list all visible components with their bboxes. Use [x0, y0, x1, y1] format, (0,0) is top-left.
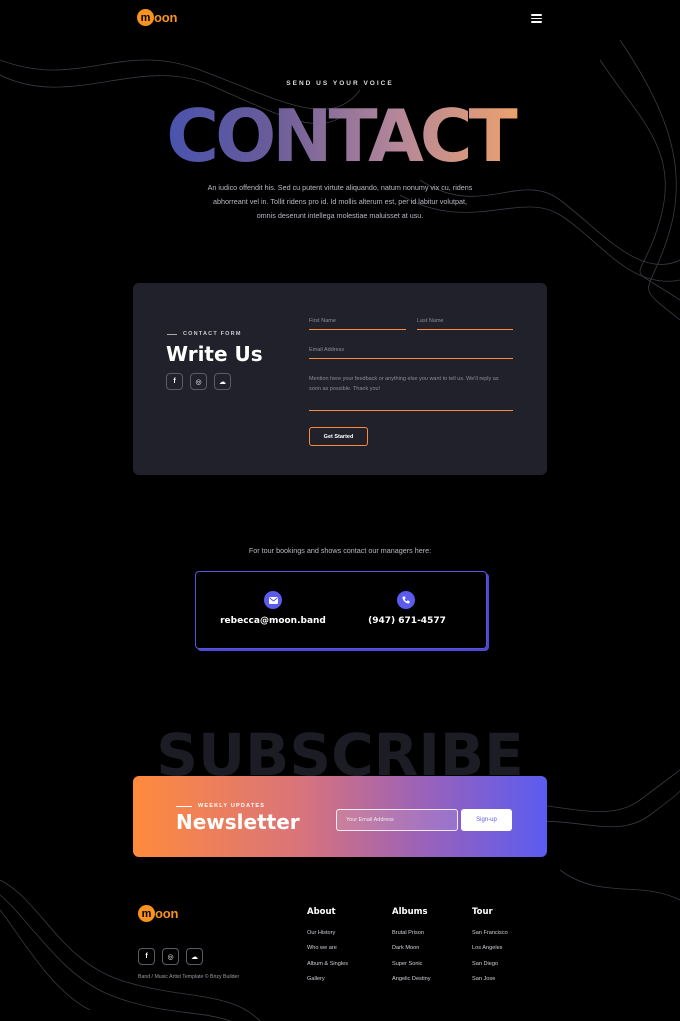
footer-link[interactable]: Our History — [307, 930, 335, 936]
footer-link[interactable]: San Jose — [472, 976, 495, 982]
email-input[interactable]: Email Address — [309, 347, 513, 359]
footer-link[interactable]: San Francisco — [472, 930, 508, 936]
instagram-icon[interactable]: ◎ — [162, 948, 179, 965]
footer-heading-albums: Albums — [392, 907, 428, 917]
booking-phone-link[interactable]: (947) 671-4577 — [347, 616, 467, 626]
facebook-icon[interactable]: f — [166, 373, 183, 390]
phone-icon — [397, 591, 415, 609]
page-title: CONTACT — [0, 100, 680, 172]
logo-text: oon — [154, 10, 178, 25]
footer-link[interactable]: Dark Moon — [392, 945, 419, 951]
logo-text: oon — [155, 906, 179, 921]
hamburger-icon[interactable] — [531, 14, 542, 23]
footer-link[interactable]: San Diego — [472, 961, 498, 967]
message-textarea[interactable]: Mention here your feedback or anything e… — [309, 374, 513, 411]
footer-heading-about: About — [307, 907, 336, 917]
booking-email-link[interactable]: rebecca@moon.band — [213, 616, 333, 626]
newsletter-title: Newsletter — [176, 810, 300, 834]
footer-link[interactable]: Who we are — [307, 945, 337, 951]
footer-link[interactable]: Los Angeles — [472, 945, 502, 951]
email-icon — [264, 591, 282, 609]
soundcloud-icon[interactable]: ☁ — [214, 373, 231, 390]
hero-description-line: An iudico offendit his. Sed cu putent vi… — [207, 183, 473, 192]
contact-social-links: f ◎ ☁ — [166, 373, 231, 390]
hero-description-line: abhorreant vel in. Tollit ridens pro id.… — [213, 197, 467, 206]
signup-button[interactable]: Sign-up — [461, 809, 512, 831]
newsletter-email-input[interactable]: Your Email Address — [336, 809, 458, 831]
instagram-icon[interactable]: ◎ — [190, 373, 207, 390]
hero-description-line: omnis deserunt intellega molestiae malui… — [256, 211, 424, 220]
newsletter-eyebrow: WEEKLY UPDATES — [176, 803, 265, 809]
contact-form-heading: Write Us — [166, 342, 263, 366]
footer-link[interactable]: Super Sonic — [392, 961, 422, 967]
last-name-input[interactable]: Last Name — [417, 318, 513, 330]
footer-heading-tour: Tour — [472, 907, 493, 917]
logo-mark: m — [138, 905, 155, 922]
first-name-input[interactable]: First Name — [309, 318, 406, 330]
header-logo[interactable]: m oon — [137, 9, 177, 26]
facebook-icon[interactable]: f — [138, 948, 155, 965]
footer-copyright: Band / Music Artist Template © Brizy Bui… — [138, 974, 240, 980]
footer-link[interactable]: Album & Singles — [307, 961, 348, 967]
hero-eyebrow: SEND US YOUR VOICE — [286, 80, 394, 87]
footer-link[interactable]: Brutal Prison — [392, 930, 424, 936]
bookings-intro: For tour bookings and shows contact our … — [248, 546, 432, 555]
hero-description: An iudico offendit his. Sed cu putent vi… — [190, 181, 490, 223]
soundcloud-icon[interactable]: ☁ — [186, 948, 203, 965]
logo-mark: m — [137, 9, 154, 26]
footer-logo[interactable]: m oon — [138, 905, 178, 922]
contact-form-eyebrow: CONTACT FORM — [167, 331, 242, 337]
bookings-contact-box — [195, 571, 487, 649]
footer-link[interactable]: Gallery — [307, 976, 325, 982]
footer-link[interactable]: Angelic Destiny — [392, 976, 431, 982]
footer-social-links: f ◎ ☁ — [138, 948, 203, 965]
get-started-button[interactable]: Get Started — [309, 427, 368, 446]
